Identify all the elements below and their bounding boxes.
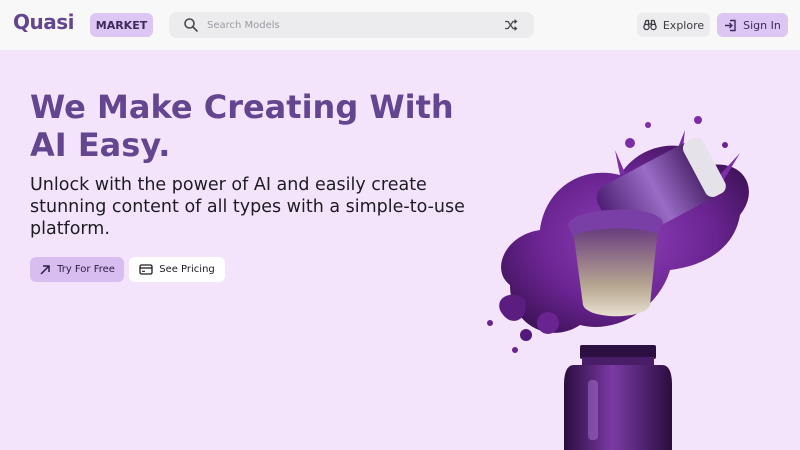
hero-illustration bbox=[487, 116, 749, 450]
try-for-free-button[interactable]: Try For Free bbox=[30, 257, 124, 282]
top-navbar: Quasi MARKET Explore Sign In bbox=[0, 0, 800, 50]
arrow-up-right-icon bbox=[40, 264, 50, 275]
quasi-logo[interactable]: Quasi bbox=[13, 10, 75, 34]
see-pricing-label: See Pricing bbox=[159, 264, 215, 275]
search-input[interactable] bbox=[207, 15, 487, 35]
explore-label: Explore bbox=[662, 18, 705, 32]
see-pricing-button[interactable]: See Pricing bbox=[129, 257, 225, 282]
sign-in-label: Sign In bbox=[743, 18, 781, 32]
sign-in-button[interactable]: Sign In bbox=[717, 13, 788, 37]
credit-card-icon bbox=[139, 264, 153, 275]
sign-in-icon bbox=[725, 19, 736, 31]
hero-subtitle: Unlock with the power of AI and easily c… bbox=[30, 175, 465, 239]
search-bar[interactable] bbox=[169, 12, 534, 38]
binoculars-icon bbox=[643, 19, 657, 31]
explore-button[interactable]: Explore bbox=[637, 13, 710, 37]
hero-title: We Make Creating With AI Easy. bbox=[30, 88, 454, 164]
search-icon bbox=[184, 18, 198, 32]
try-for-free-label: Try For Free bbox=[57, 264, 115, 275]
market-badge[interactable]: MARKET bbox=[90, 13, 153, 37]
shuffle-icon[interactable] bbox=[504, 18, 518, 32]
